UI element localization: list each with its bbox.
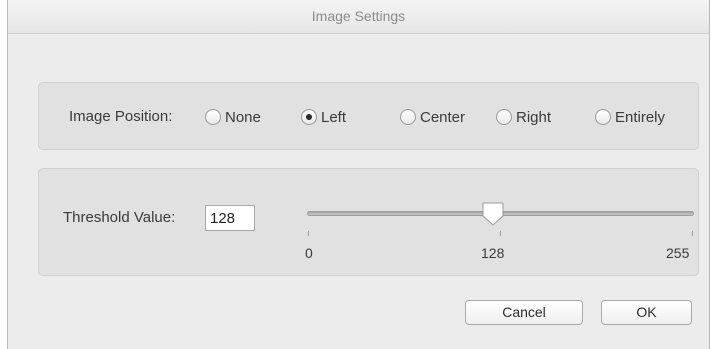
threshold-slider-thumb[interactable] — [482, 202, 504, 226]
image-settings-dialog: Image Settings Image Position: None Left… — [7, 0, 710, 349]
radio-left[interactable]: Left — [301, 108, 346, 126]
radio-entirely-circle[interactable] — [595, 109, 611, 125]
radio-none-label: None — [225, 108, 261, 126]
image-position-label: Image Position: — [69, 108, 173, 125]
threshold-label: Threshold Value: — [63, 209, 176, 226]
radio-right-circle[interactable] — [496, 109, 512, 125]
radio-left-circle[interactable] — [301, 109, 317, 125]
slider-label-max: 255 — [666, 245, 690, 261]
radio-left-label: Left — [321, 108, 347, 126]
radio-none[interactable]: None — [205, 108, 261, 126]
radio-entirely[interactable]: Entirely — [595, 108, 665, 126]
threshold-value-input[interactable] — [205, 205, 255, 231]
radio-none-circle[interactable] — [205, 109, 221, 125]
ok-button[interactable]: OK — [601, 300, 692, 325]
radio-center-circle[interactable] — [400, 109, 416, 125]
radio-entirely-label: Entirely — [615, 108, 666, 126]
radio-right[interactable]: Right — [496, 108, 551, 126]
threshold-group: Threshold Value: 0 128 255 — [38, 168, 699, 276]
slider-label-min: 0 — [305, 245, 313, 261]
dialog-title: Image Settings — [311, 8, 406, 24]
title-bar: Image Settings — [8, 0, 709, 34]
slider-tick-min — [308, 231, 309, 236]
slider-tick-mid — [500, 231, 501, 236]
radio-center-label: Center — [420, 108, 466, 126]
radio-right-label: Right — [516, 108, 552, 126]
radio-center[interactable]: Center — [400, 108, 465, 126]
slider-tick-max — [692, 231, 693, 236]
cancel-button[interactable]: Cancel — [465, 300, 583, 325]
image-position-group: Image Position: None Left Center Right E… — [38, 82, 699, 150]
slider-label-mid: 128 — [481, 245, 505, 261]
